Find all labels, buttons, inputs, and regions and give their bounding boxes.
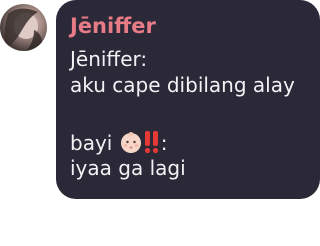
- message-line: aku cape dibilang alay: [70, 73, 295, 97]
- message-line: iyaa ga lagi: [70, 156, 186, 180]
- sender-name[interactable]: Jēniffer: [70, 12, 156, 40]
- message-line: Jēniffer:: [70, 47, 148, 71]
- avatar[interactable]: [0, 4, 47, 51]
- message-text: bayi: [70, 131, 113, 155]
- message-text: :: [160, 131, 168, 155]
- message-bubble: Jēniffer Jēniffer: aku cape dibilang ala…: [56, 0, 320, 199]
